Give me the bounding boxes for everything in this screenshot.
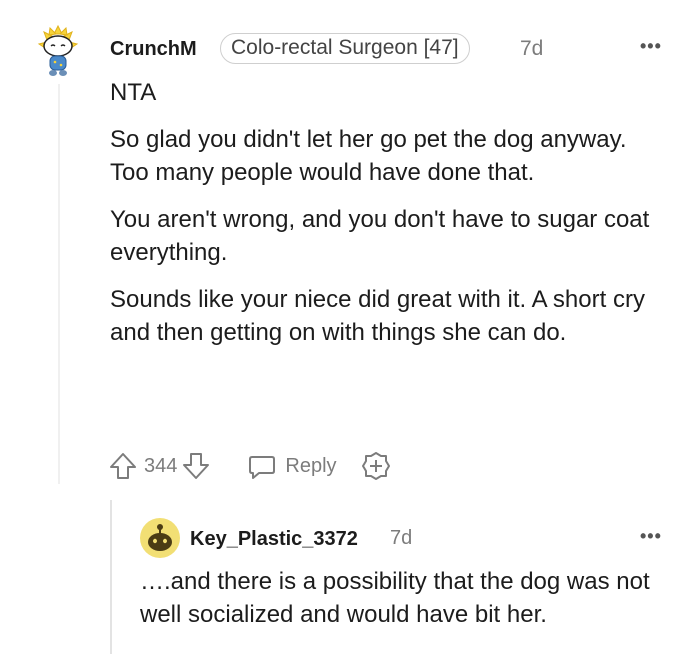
comment-paragraph: Sounds like your niece did great with it… bbox=[110, 286, 645, 346]
speech-bubble-icon bbox=[247, 451, 277, 481]
comment-paragraph: So glad you didn't let her go pet the do… bbox=[110, 126, 627, 186]
snoo-avatar-icon bbox=[37, 24, 79, 76]
reply-timestamp: 7d bbox=[390, 527, 413, 549]
comment-body: NTA So glad you didn't let her go pet th… bbox=[110, 76, 670, 361]
comment-paragraph: NTA bbox=[110, 79, 157, 106]
reply-body: ….and there is a possibility that the do… bbox=[140, 568, 650, 628]
comment-timestamp: 7d bbox=[520, 37, 544, 60]
default-avatar-icon bbox=[140, 518, 180, 558]
more-options-icon[interactable]: ••• bbox=[640, 36, 662, 57]
comment-author[interactable]: CrunchM bbox=[110, 38, 197, 61]
comment-action-bar: 344 Reply bbox=[108, 450, 391, 482]
upvote-arrow-icon[interactable] bbox=[108, 451, 138, 481]
vote-count: 344 bbox=[144, 454, 178, 477]
reply-button[interactable]: Reply bbox=[247, 451, 337, 481]
thread-line[interactable] bbox=[58, 84, 60, 484]
more-options-icon[interactable]: ••• bbox=[640, 526, 662, 547]
award-plus-icon[interactable] bbox=[361, 451, 391, 481]
commenter-avatar[interactable] bbox=[36, 24, 80, 76]
user-flair: Colo-rectal Surgeon [47] bbox=[220, 33, 470, 64]
reply-avatar[interactable] bbox=[140, 518, 180, 558]
reply-author[interactable]: Key_Plastic_3372 bbox=[190, 528, 358, 551]
reply-label: Reply bbox=[285, 454, 337, 477]
comment-paragraph: You aren't wrong, and you don't have to … bbox=[110, 206, 650, 266]
reply-thread-line[interactable] bbox=[110, 500, 112, 654]
downvote-arrow-icon[interactable] bbox=[181, 451, 211, 481]
